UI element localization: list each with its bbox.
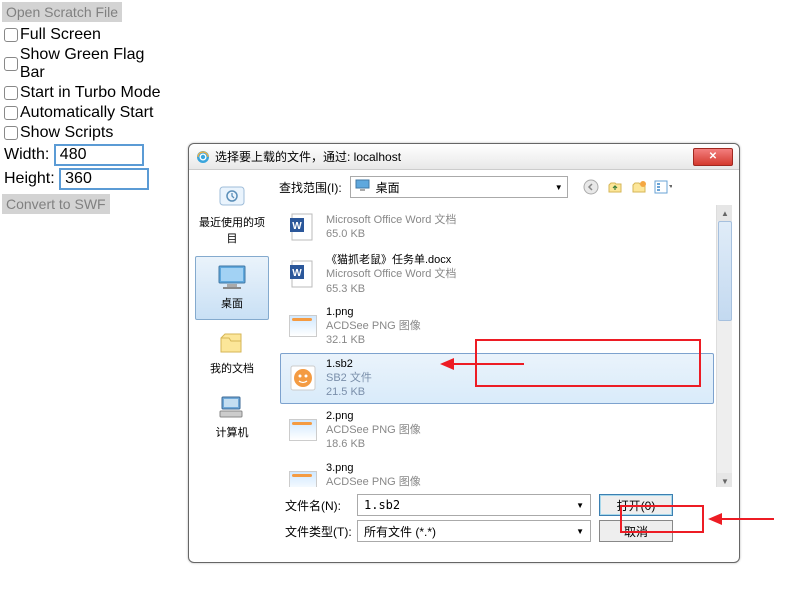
file-name: 1.sb2 [326, 357, 372, 371]
sidebar-recent[interactable]: 最近使用的项目 [195, 176, 269, 254]
ie-icon [195, 149, 211, 165]
close-button[interactable]: ✕ [693, 148, 733, 166]
up-folder-icon[interactable] [606, 178, 624, 196]
recent-icon [214, 182, 250, 212]
file-type: ACDSee PNG 图像 [326, 475, 421, 488]
checkbox-icon [4, 126, 18, 140]
file-size: 65.3 KB [326, 282, 456, 296]
open-button[interactable]: 打开(0) [599, 494, 673, 516]
word-hidden-icon: W [286, 210, 320, 244]
checkbox-icon [4, 86, 18, 100]
computer-icon [214, 392, 250, 422]
filename-label: 文件名(N): [275, 497, 357, 514]
sb2-icon [286, 361, 320, 395]
file-item[interactable]: 3.pngACDSee PNG 图像19.3 KB [280, 457, 714, 488]
file-open-dialog: 选择要上载的文件，通过: localhost ✕ 最近使用的项目 桌面 我的文档… [188, 143, 740, 563]
scroll-thumb[interactable] [718, 221, 732, 321]
filetype-label: 文件类型(T): [275, 523, 357, 540]
file-type: Microsoft Office Word 文档 [326, 213, 456, 227]
check-show-scripts[interactable]: Show Scripts [4, 124, 172, 142]
file-size: 21.5 KB [326, 385, 372, 399]
width-label: Width: [4, 146, 49, 163]
documents-icon [214, 328, 250, 358]
check-turbo[interactable]: Start in Turbo Mode [4, 84, 172, 102]
file-type: Microsoft Office Word 文档 [326, 267, 456, 281]
file-size: 65.0 KB [326, 227, 456, 241]
close-icon: ✕ [709, 151, 717, 162]
file-list[interactable]: WMicrosoft Office Word 文档65.0 KBW《猫抓老鼠》任… [275, 204, 733, 488]
file-item[interactable]: W 《猫抓老鼠》任务单.docxMicrosoft Office Word 文档6… [280, 249, 714, 300]
sidebar-desktop[interactable]: 桌面 [195, 256, 269, 320]
checkbox-icon [4, 57, 18, 71]
check-auto-start[interactable]: Automatically Start [4, 104, 172, 122]
filetype-combo[interactable]: 所有文件 (*.*)▼ [357, 520, 591, 542]
filename-input[interactable]: 1.sb2▼ [357, 494, 591, 516]
file-item[interactable]: 1.pngACDSee PNG 图像32.1 KB [280, 301, 714, 352]
convert-swf-button[interactable]: Convert to SWF [2, 194, 110, 214]
png-icon [286, 413, 320, 447]
file-item[interactable]: 2.pngACDSee PNG 图像18.6 KB [280, 405, 714, 456]
checkbox-icon [4, 28, 18, 42]
scroll-up-icon[interactable]: ▲ [717, 205, 733, 221]
file-size: 32.1 KB [326, 333, 421, 347]
file-name: 《猫抓老鼠》任务单.docx [326, 253, 456, 267]
word-icon: W [286, 257, 320, 291]
svg-text:W: W [292, 268, 302, 279]
open-scratch-button[interactable]: Open Scratch File [2, 2, 122, 22]
file-type: SB2 文件 [326, 371, 372, 385]
svg-text:W: W [292, 221, 302, 232]
width-input[interactable] [54, 144, 144, 166]
chevron-down-icon: ▼ [555, 183, 563, 192]
scroll-down-icon[interactable]: ▼ [717, 473, 733, 488]
file-item[interactable]: 1.sb2SB2 文件21.5 KB [280, 353, 714, 404]
file-name: 2.png [326, 409, 421, 423]
range-combo[interactable]: 桌面 ▼ [350, 176, 568, 198]
dialog-title-text: 选择要上载的文件，通过: localhost [215, 148, 401, 165]
desktop-icon [214, 263, 250, 293]
checkbox-icon [4, 106, 18, 120]
cancel-button[interactable]: 取消 [599, 520, 673, 542]
places-sidebar: 最近使用的项目 桌面 我的文档 计算机 [189, 170, 275, 562]
sidebar-computer[interactable]: 计算机 [195, 386, 269, 448]
file-item[interactable]: W Microsoft Office Word 文档65.0 KB [280, 206, 714, 248]
file-type: ACDSee PNG 图像 [326, 423, 421, 437]
sidebar-documents[interactable]: 我的文档 [195, 322, 269, 384]
dialog-titlebar[interactable]: 选择要上载的文件，通过: localhost ✕ [189, 144, 739, 170]
png-icon [286, 465, 320, 488]
desktop-small-icon [355, 179, 371, 196]
file-name: 1.png [326, 305, 421, 319]
view-menu-icon[interactable] [654, 178, 672, 196]
png-icon [286, 309, 320, 343]
check-green-flag[interactable]: Show Green Flag Bar [4, 46, 172, 82]
chevron-down-icon: ▼ [576, 501, 584, 510]
file-type: ACDSee PNG 图像 [326, 319, 421, 333]
file-size: 18.6 KB [326, 437, 421, 451]
chevron-down-icon: ▼ [576, 527, 584, 536]
range-label: 查找范围(I): [279, 179, 342, 196]
check-full-screen[interactable]: Full Screen [4, 26, 172, 44]
height-label: Height: [4, 170, 55, 187]
new-folder-icon[interactable] [630, 178, 648, 196]
height-input[interactable] [59, 168, 149, 190]
file-name: 3.png [326, 461, 421, 475]
back-icon[interactable] [582, 178, 600, 196]
scrollbar[interactable]: ▲ ▼ [716, 205, 732, 488]
